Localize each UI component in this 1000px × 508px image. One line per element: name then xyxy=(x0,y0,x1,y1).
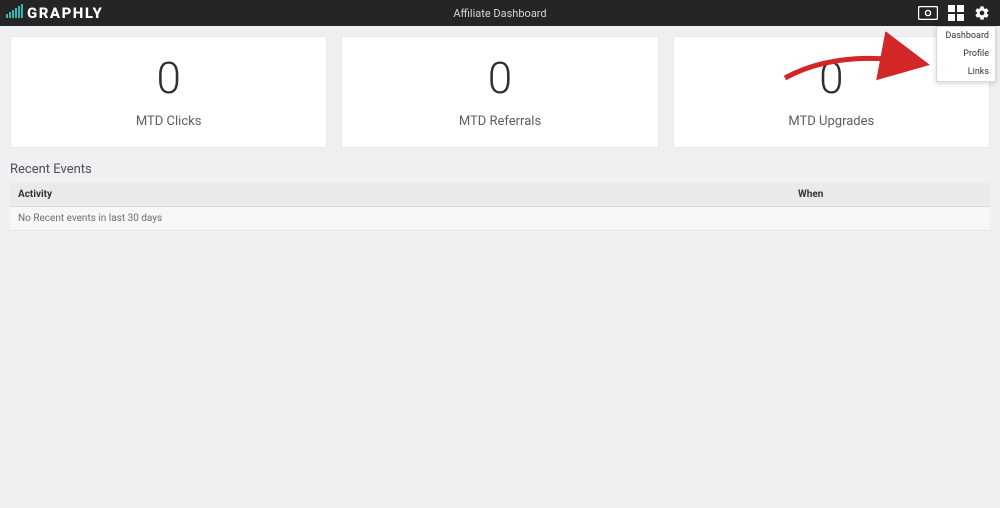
dropdown-item-links[interactable]: Links xyxy=(937,63,995,81)
stat-label: MTD Referrals xyxy=(459,114,541,129)
settings-dropdown: Dashboard Profile Links xyxy=(936,26,996,82)
table-row-empty: No Recent events in last 30 days xyxy=(10,207,990,231)
stat-value: 0 xyxy=(488,56,512,100)
stat-value: 0 xyxy=(819,56,843,100)
recent-events-table: Activity When No Recent events in last 3… xyxy=(10,183,990,231)
col-activity: Activity xyxy=(10,183,790,207)
card-mtd-referrals: 0 MTD Referrals xyxy=(341,36,658,148)
dropdown-item-dashboard[interactable]: Dashboard xyxy=(937,27,995,45)
header-actions xyxy=(918,5,990,21)
table-header-row: Activity When xyxy=(10,183,990,207)
stat-cards-row: 0 MTD Clicks 0 MTD Referrals 0 MTD Upgra… xyxy=(10,36,990,148)
page-title: Affiliate Dashboard xyxy=(453,7,546,20)
brand-logo[interactable]: GRAPHLY xyxy=(6,4,103,22)
col-when: When xyxy=(790,183,990,207)
recent-events-title: Recent Events xyxy=(10,162,990,177)
app-header: GRAPHLY Affiliate Dashboard xyxy=(0,0,1000,26)
card-mtd-clicks: 0 MTD Clicks xyxy=(10,36,327,148)
grid-apps-icon[interactable] xyxy=(948,5,964,21)
empty-message: No Recent events in last 30 days xyxy=(10,207,990,231)
gear-icon[interactable] xyxy=(974,5,990,21)
main-content: 0 MTD Clicks 0 MTD Referrals 0 MTD Upgra… xyxy=(0,26,1000,241)
billing-icon[interactable] xyxy=(918,6,938,20)
brand-name: GRAPHLY xyxy=(27,4,103,22)
stat-label: MTD Clicks xyxy=(136,114,202,129)
stat-value: 0 xyxy=(156,56,180,100)
dropdown-item-profile[interactable]: Profile xyxy=(937,45,995,63)
stat-label: MTD Upgrades xyxy=(788,114,874,129)
logo-bars-icon xyxy=(6,4,24,18)
